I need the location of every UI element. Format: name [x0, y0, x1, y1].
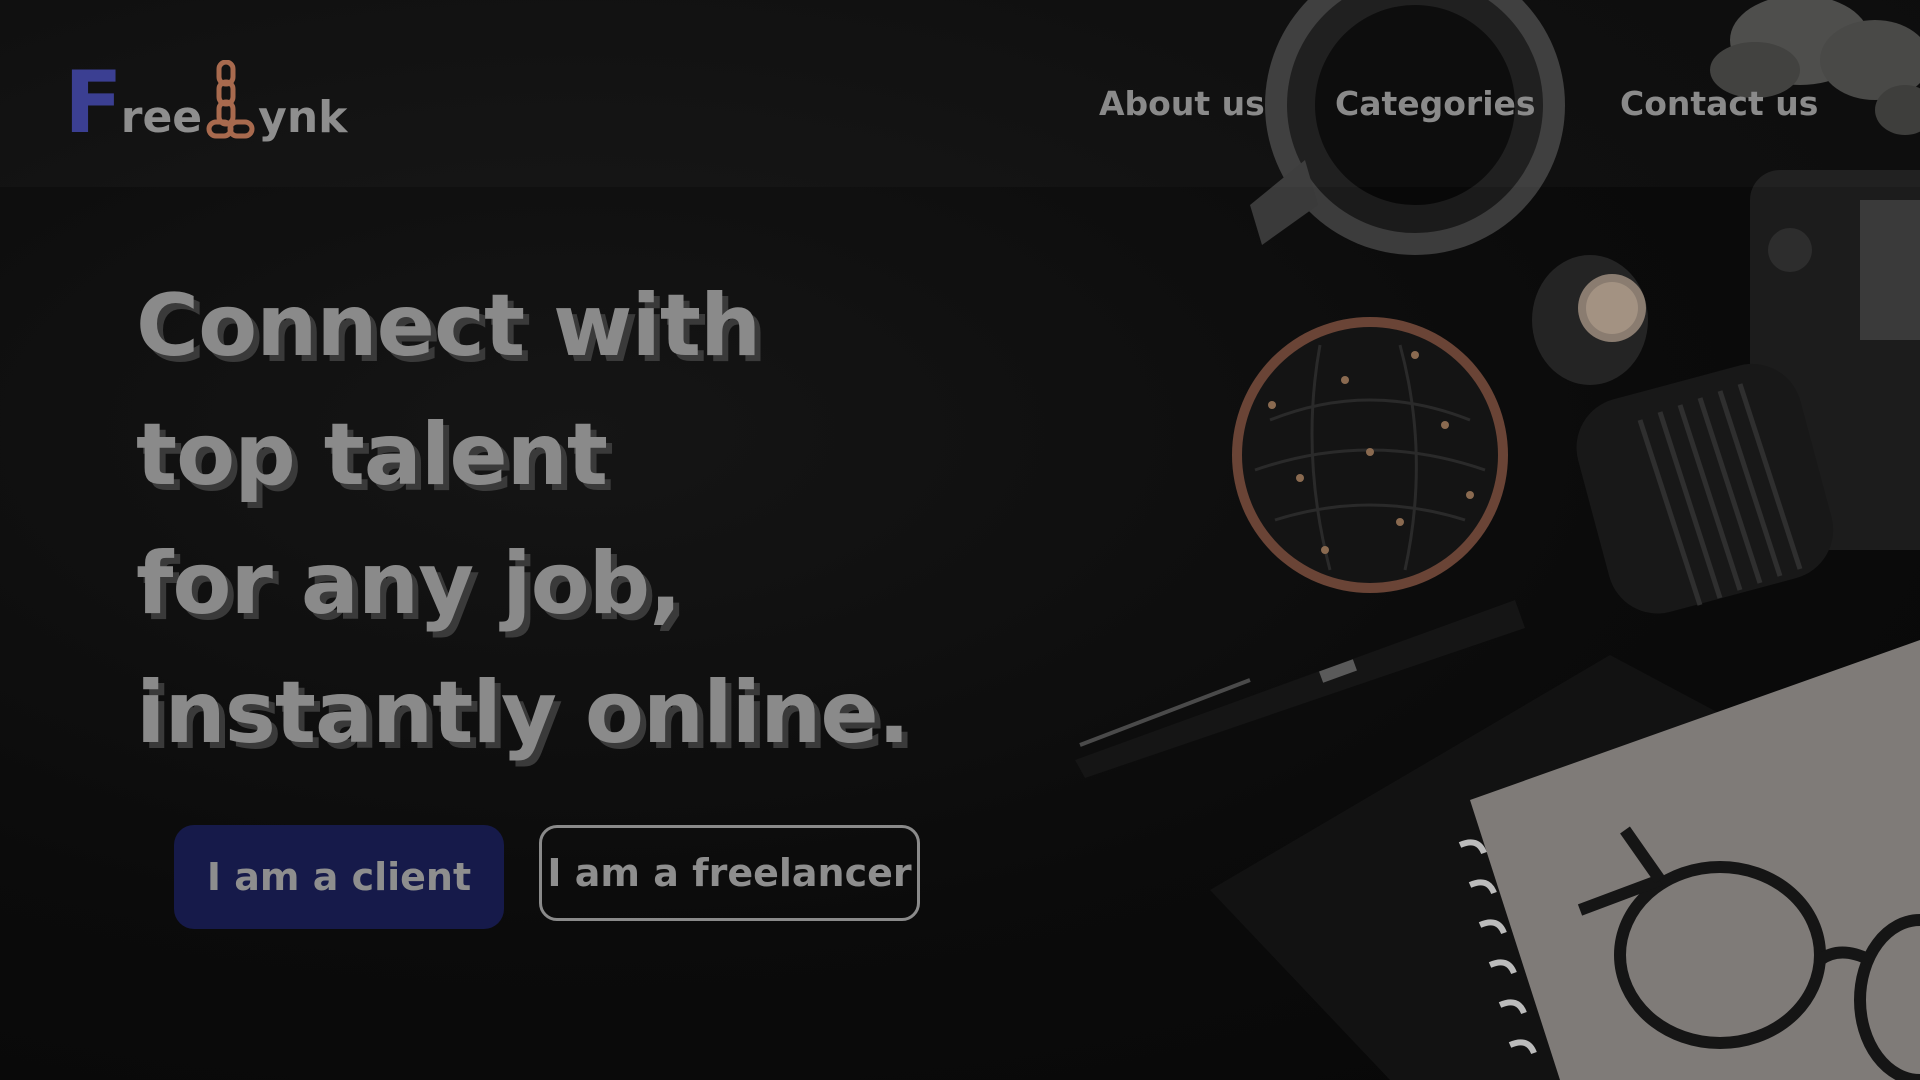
hero-section: F ree ynk About us Categories Contact us…: [0, 0, 1920, 1080]
top-navbar: F ree ynk About us Categories Contact us: [0, 0, 1920, 187]
notebook-image: [1210, 640, 1920, 1080]
round-box-image: [1232, 317, 1508, 593]
nav-contact-us-link[interactable]: Contact us: [1620, 84, 1818, 123]
camera-image: [1576, 170, 1920, 614]
hero-headline: Connect with top talent for any job, ins…: [136, 262, 910, 778]
logo-text-ree: ree: [120, 92, 203, 143]
logo-text-ynk: ynk: [258, 92, 348, 143]
nail-polish-image: [1532, 255, 1648, 385]
freelynk-logo[interactable]: F ree ynk: [64, 52, 348, 153]
headline-line: top talent: [136, 405, 608, 505]
chain-link-icon: [206, 60, 255, 139]
headline-line: for any job,: [136, 534, 682, 634]
logo-letter-f: F: [64, 53, 123, 153]
headline-line: instantly online.: [136, 663, 910, 763]
i-am-a-client-button[interactable]: I am a client: [174, 825, 504, 929]
nav-about-us-link[interactable]: About us: [1099, 84, 1265, 123]
headline-line: Connect with: [136, 276, 761, 376]
nav-categories-link[interactable]: Categories: [1335, 84, 1536, 123]
i-am-a-freelancer-button[interactable]: I am a freelancer: [539, 825, 920, 921]
